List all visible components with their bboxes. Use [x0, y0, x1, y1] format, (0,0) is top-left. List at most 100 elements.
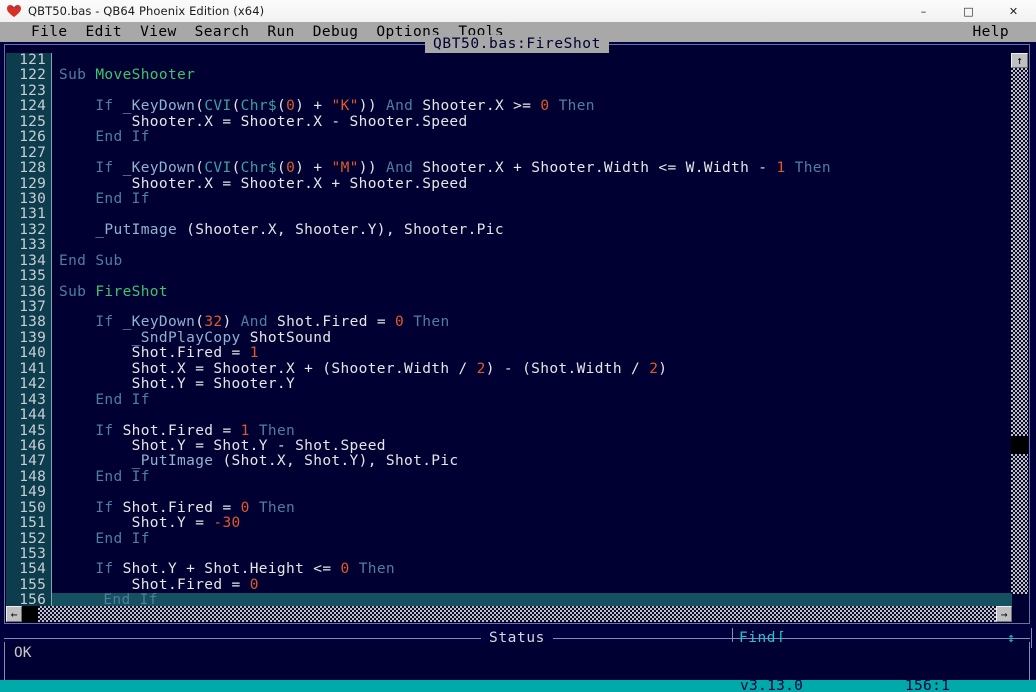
- menu-item-edit[interactable]: Edit: [77, 22, 132, 42]
- line-number: 145: [6, 423, 52, 439]
- code-line[interactable]: 127: [6, 145, 1012, 162]
- line-number: 134: [6, 253, 52, 270]
- code-line[interactable]: 142 Shot.Y = Shooter.Y: [6, 376, 1012, 393]
- line-number: 130: [6, 191, 52, 208]
- code-line[interactable]: 131: [6, 206, 1012, 223]
- code-line-text: If _KeyDown(CVI(Chr$(0) + "K")) And Shoo…: [95, 99, 595, 115]
- code-line-text: Shooter.X = Shooter.X + Shooter.Speed: [59, 176, 468, 192]
- code-line[interactable]: 147 _PutImage (Shot.X, Shot.Y), Shot.Pic: [6, 453, 1012, 470]
- code-editor[interactable]: 121 122 Sub MoveShooter 123 124 If _KeyDown(…: [6, 53, 1012, 609]
- line-number: 140: [6, 345, 52, 362]
- line-number: 127: [6, 145, 52, 162]
- scroll-right-arrow-icon[interactable]: →: [996, 606, 1012, 622]
- code-line-text: _PutImage (Shooter.X, Shooter.Y), Shoote…: [95, 222, 504, 238]
- horizontal-scroll-thumb[interactable]: [22, 606, 38, 622]
- code-line[interactable]: 129 Shooter.X = Shooter.X + Shooter.Spee…: [6, 176, 1012, 192]
- code-line[interactable]: 124 If _KeyDown(CVI(Chr$(0) + "K")) And …: [6, 98, 1012, 115]
- code-line[interactable]: 150 If Shot.Fired = 0 Then: [6, 500, 1012, 517]
- editor-vertical-scrollbar[interactable]: ↑: [1011, 53, 1028, 609]
- code-line-text: If _KeyDown(32) And Shot.Fired = 0 Then: [95, 315, 450, 331]
- code-line[interactable]: 138 If _KeyDown(32) And Shot.Fired = 0 T…: [6, 314, 1012, 331]
- code-line-text: If Shot.Y + Shot.Height <= 0 Then: [95, 562, 396, 578]
- menu-item-tools[interactable]: Tools: [449, 22, 513, 42]
- code-line[interactable]: 143 End If: [6, 392, 1012, 409]
- code-line[interactable]: 134 End Sub: [6, 253, 1012, 270]
- code-line[interactable]: 152 End If: [6, 531, 1012, 547]
- line-number: 153: [6, 546, 52, 563]
- menu-item-options[interactable]: Options: [367, 22, 449, 42]
- code-line[interactable]: 153: [6, 546, 1012, 563]
- code-line[interactable]: 144: [6, 407, 1012, 424]
- line-number: 121: [6, 53, 52, 69]
- menu-item-file[interactable]: File: [22, 22, 77, 42]
- code-line-text: Shooter.X = Shooter.X - Shooter.Speed: [59, 114, 468, 130]
- code-line-text: [52, 408, 1012, 423]
- code-line[interactable]: 154 If Shot.Y + Shot.Height <= 0 Then: [6, 561, 1012, 578]
- code-line[interactable]: 151 Shot.Y = -30: [6, 515, 1012, 532]
- code-line[interactable]: 148 End If: [6, 469, 1012, 486]
- code-line[interactable]: 140 Shot.Fired = 1: [6, 345, 1012, 362]
- vertical-scroll-track[interactable]: [1011, 68, 1028, 594]
- code-line[interactable]: 122 Sub MoveShooter: [6, 67, 1012, 84]
- line-number: 148: [6, 469, 52, 486]
- code-line[interactable]: 149: [6, 484, 1012, 501]
- scroll-left-arrow-icon[interactable]: ←: [6, 606, 22, 622]
- code-line[interactable]: 125 Shooter.X = Shooter.X - Shooter.Spee…: [6, 114, 1012, 131]
- code-line[interactable]: 137: [6, 299, 1012, 316]
- minimize-button[interactable]: –: [901, 0, 946, 22]
- code-line[interactable]: 139 _SndPlayCopy ShotSound: [6, 330, 1012, 347]
- code-line-text: [52, 207, 1012, 222]
- line-number: 146: [6, 438, 52, 455]
- code-line-text: _PutImage (Shot.X, Shot.Y), Shot.Pic: [131, 454, 459, 470]
- scroll-up-arrow-icon[interactable]: ↑: [1011, 53, 1028, 68]
- menu-item-search[interactable]: Search: [186, 22, 259, 42]
- close-button[interactable]: ✕: [991, 0, 1036, 22]
- qb64-ide-window: QBT50.bas - QB64 Phoenix Edition (x64) –…: [0, 0, 1036, 692]
- code-line[interactable]: 136 Sub FireShot: [6, 284, 1012, 300]
- code-line-text: If Shot.Fired = 1 Then: [95, 423, 296, 439]
- code-line-text: Sub FireShot: [59, 284, 168, 300]
- horizontal-scroll-track[interactable]: [22, 606, 996, 622]
- editor-horizontal-scrollbar[interactable]: ← →: [6, 606, 1012, 622]
- ide-body: QBT50.bas:FireShot 121 122 Sub MoveShooter…: [0, 35, 1036, 692]
- code-line[interactable]: 141 Shot.X = Shooter.X + (Shooter.Width …: [6, 361, 1012, 378]
- code-line-text: Shot.X = Shooter.X + (Shooter.Width / 2)…: [59, 361, 668, 377]
- code-line-text: Shot.Y = -30: [59, 516, 241, 532]
- code-line[interactable]: 121: [6, 53, 1012, 69]
- menu-item-view[interactable]: View: [131, 22, 186, 42]
- code-line[interactable]: 126 End If: [6, 129, 1012, 146]
- code-line[interactable]: 123: [6, 83, 1012, 100]
- code-line[interactable]: 155 Shot.Fired = 0: [6, 577, 1012, 594]
- menu-item-help[interactable]: Help: [963, 22, 1018, 42]
- os-title-bar: QBT50.bas - QB64 Phoenix Edition (x64) –…: [0, 0, 1036, 23]
- line-number: 150: [6, 500, 52, 517]
- code-line-text: End If: [95, 531, 150, 547]
- code-line-text: End If: [95, 469, 150, 485]
- code-line-text: End If: [95, 191, 150, 207]
- menu-item-debug[interactable]: Debug: [304, 22, 368, 42]
- menu-item-run[interactable]: Run: [258, 22, 303, 42]
- editor-window: QBT50.bas:FireShot 121 122 Sub MoveShooter…: [4, 35, 1030, 624]
- code-line-text: _SndPlayCopy ShotSound: [131, 330, 332, 346]
- qb64-logo-icon: [6, 3, 22, 19]
- line-number: 137: [6, 299, 52, 316]
- line-number: 142: [6, 376, 52, 393]
- code-line[interactable]: 135: [6, 268, 1012, 285]
- line-number: 129: [6, 176, 52, 192]
- code-line-text: Shot.Fired = 1: [59, 346, 259, 362]
- line-number: 144: [6, 407, 52, 424]
- line-number: 143: [6, 392, 52, 409]
- line-number: 155: [6, 577, 52, 594]
- code-line[interactable]: 146 Shot.Y = Shot.Y - Shot.Speed: [6, 438, 1012, 455]
- vertical-scroll-thumb[interactable]: [1011, 436, 1028, 454]
- code-line[interactable]: 145 If Shot.Fired = 1 Then: [6, 423, 1012, 439]
- code-line[interactable]: 130 End If: [6, 191, 1012, 208]
- code-line[interactable]: 132 _PutImage (Shooter.X, Shooter.Y), Sh…: [6, 222, 1012, 239]
- window-controls: – □ ✕: [901, 0, 1036, 22]
- line-number: 126: [6, 129, 52, 146]
- code-line-text: [52, 238, 1012, 253]
- code-line[interactable]: 128 If _KeyDown(CVI(Chr$(0) + "M")) And …: [6, 160, 1012, 177]
- maximize-button[interactable]: □: [946, 0, 991, 22]
- code-line[interactable]: 133: [6, 237, 1012, 254]
- line-number: 154: [6, 561, 52, 578]
